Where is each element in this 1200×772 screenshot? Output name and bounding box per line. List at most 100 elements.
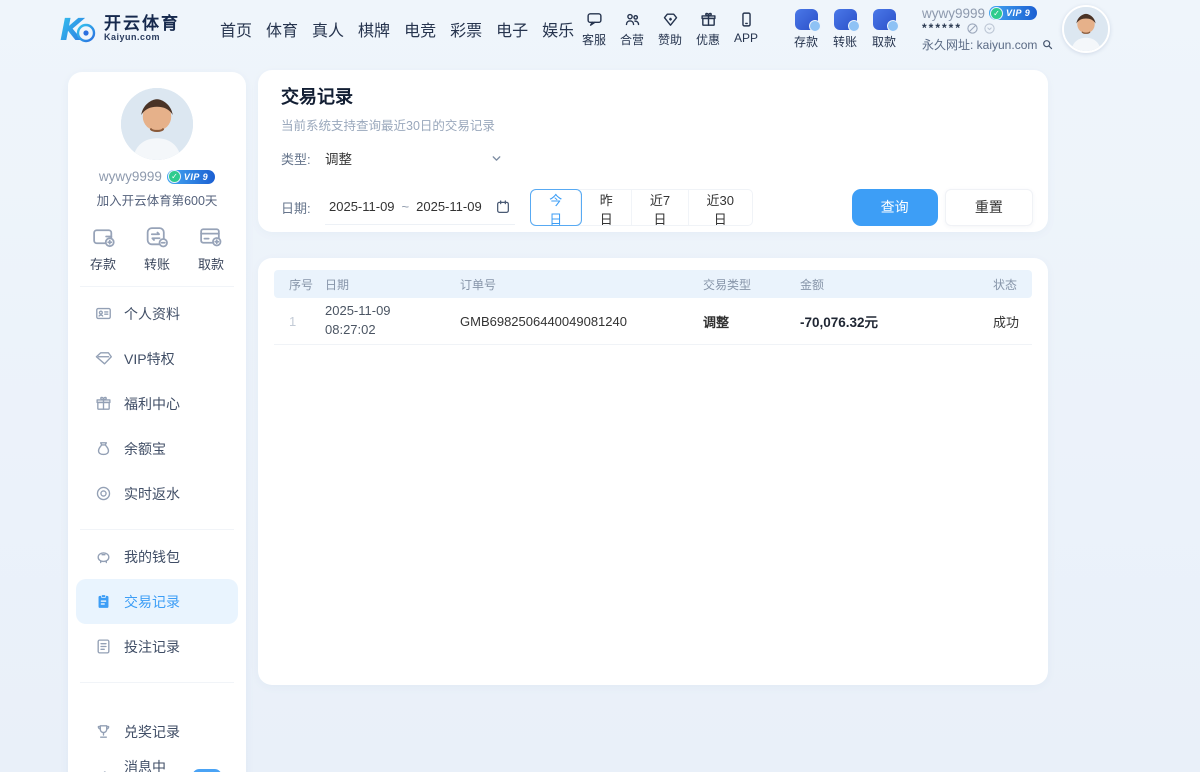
header-type: 交易类型 (703, 276, 800, 293)
search-icon[interactable] (1041, 38, 1054, 51)
profile-username: wywy9999 (99, 169, 162, 184)
nav-item-entertainment[interactable]: 娱乐 (542, 17, 574, 41)
eye-off-icon[interactable] (966, 22, 979, 35)
sidebar-item-prize-records[interactable]: 兑奖记录 (68, 709, 246, 754)
target-icon (95, 485, 112, 502)
clipboard-icon (95, 593, 112, 610)
wallet-icon (91, 224, 116, 249)
sidebar-item-profile[interactable]: 个人资料 (68, 291, 246, 336)
page: K 开云体育 Kaiyun.com 首页 体育 真人 棋牌 电竞 彩票 电子 娱… (0, 0, 1200, 772)
date-separator: ~ (402, 199, 410, 214)
sidebar-deposit-button[interactable]: 存款 (90, 224, 116, 273)
reset-button[interactable]: 重置 (945, 189, 1033, 226)
chevron-down-icon (490, 152, 503, 165)
range-yesterday-button[interactable]: 昨日 (581, 190, 632, 225)
row-datetime: 2025-11-09 08:27:02 (325, 302, 460, 340)
user-info: wywy9999 ✓ VIP 9 ****** 永久网址: kaiyun.com (922, 6, 1054, 53)
nav-item-esports[interactable]: 电竞 (404, 17, 436, 41)
chevron-circle-icon[interactable] (983, 22, 996, 35)
vip-gem-icon (95, 350, 112, 367)
query-button[interactable]: 查询 (852, 189, 938, 226)
top-navbar: K 开云体育 Kaiyun.com 首页 体育 真人 棋牌 电竞 彩票 电子 娱… (0, 0, 1200, 58)
main-nav: 首页 体育 真人 棋牌 电竞 彩票 电子 娱乐 (220, 17, 574, 41)
avatar-image (121, 88, 193, 160)
sidebar-item-vip[interactable]: VIP特权 (68, 336, 246, 381)
wallet-quick-actions: 存款 转账 取款 (788, 9, 902, 50)
page-title: 交易记录 (281, 83, 353, 109)
partnership-button[interactable]: 合营 (614, 11, 650, 48)
type-select-value: 调整 (325, 148, 352, 168)
bank-card-icon (198, 224, 223, 249)
header-status: 状态 (993, 276, 1032, 293)
type-label: 类型: (281, 149, 325, 168)
megaphone-icon (95, 768, 112, 772)
nav-item-home[interactable]: 首页 (220, 17, 252, 41)
avatar-image (1064, 7, 1108, 51)
header-order-no: 订单号 (460, 276, 703, 293)
sidebar-item-rebate[interactable]: 实时返水 (68, 471, 246, 516)
sidebar-item-message-center[interactable]: 消息中心 99+ (68, 754, 246, 772)
sidebar-item-transactions[interactable]: 交易记录 (76, 579, 238, 624)
promotions-button[interactable]: 优惠 (690, 11, 726, 48)
withdraw-button[interactable]: 取款 (866, 9, 902, 50)
calendar-icon (495, 199, 511, 215)
transfer-button[interactable]: 转账 (827, 9, 863, 50)
customer-service-button[interactable]: 客服 (576, 11, 612, 48)
range-7days-button[interactable]: 近7日 (632, 190, 689, 225)
profile-sidebar: wywy9999 ✓ VIP 9 加入开云体育第600天 存款 转账 取款 (68, 72, 246, 772)
row-type: 调整 (703, 312, 800, 331)
sidebar-item-yuebao[interactable]: 余额宝 (68, 426, 246, 471)
type-select[interactable]: 调整 (325, 148, 503, 168)
permanent-url: 永久网址: kaiyun.com (922, 36, 1037, 53)
date-range-input[interactable]: 2025-11-09 ~ 2025-11-09 (325, 189, 515, 225)
sidebar-item-benefits[interactable]: 福利中心 (68, 381, 246, 426)
app-download-button[interactable]: APP (728, 11, 764, 48)
sidebar-item-betting-records[interactable]: 投注记录 (68, 624, 246, 669)
nav-item-live[interactable]: 真人 (312, 17, 344, 41)
sidebar-menu: 个人资料 VIP特权 福利中心 余额宝 实时返水 我的钱包 (68, 291, 246, 772)
deposit-card-icon (795, 9, 818, 30)
divider (80, 682, 234, 683)
filter-card: 交易记录 当前系统支持查询最近30日的交易记录 类型: 调整 日期: 2025-… (258, 70, 1048, 232)
range-30days-button[interactable]: 近30日 (689, 190, 752, 225)
nav-item-slots[interactable]: 电子 (496, 17, 528, 41)
join-days-text: 加入开云体育第600天 (68, 190, 246, 209)
page-subtitle: 当前系统支持查询最近30日的交易记录 (281, 115, 495, 134)
sponsorship-button[interactable]: 赞助 (652, 11, 688, 48)
row-index: 1 (289, 314, 325, 329)
sidebar-withdraw-button[interactable]: 取款 (198, 224, 224, 273)
transactions-table-card: 序号 日期 订单号 交易类型 金额 状态 1 2025-11-09 08:27:… (258, 258, 1048, 685)
brand-name: 开云体育 (104, 15, 180, 34)
vip-badge: ✓ VIP 9 (989, 6, 1037, 20)
piggy-bank-icon (95, 548, 112, 565)
row-order-no: GMB6982506440049081240 (460, 314, 703, 329)
brand-logo[interactable]: K 开云体育 Kaiyun.com (58, 9, 180, 49)
deposit-button[interactable]: 存款 (788, 9, 824, 50)
row-amount: -70,076.32元 (800, 311, 993, 331)
utility-menu: 客服 合营 赞助 优惠 APP (576, 11, 764, 48)
divider (80, 286, 234, 287)
id-card-icon (95, 305, 112, 322)
date-label: 日期: (281, 198, 325, 217)
diamond-icon (662, 11, 679, 28)
profile-avatar[interactable] (121, 88, 193, 160)
money-bag-icon (95, 440, 112, 457)
sidebar-item-wallet[interactable]: 我的钱包 (68, 534, 246, 579)
header-index: 序号 (289, 276, 325, 293)
trophy-icon (95, 723, 112, 740)
vip-check-icon: ✓ (990, 7, 1003, 20)
table-row: 1 2025-11-09 08:27:02 GMB698250644004908… (274, 298, 1032, 345)
user-avatar[interactable] (1062, 5, 1110, 53)
row-status: 成功 (993, 312, 1032, 331)
range-today-button[interactable]: 今日 (531, 190, 582, 225)
nav-item-boardgames[interactable]: 棋牌 (358, 17, 390, 41)
document-icon (95, 638, 112, 655)
masked-balance: ****** (922, 24, 962, 32)
transfer-icon (144, 224, 169, 249)
vip-badge: ✓ VIP 9 (167, 170, 215, 184)
nav-item-sports[interactable]: 体育 (266, 17, 298, 41)
nav-item-lottery[interactable]: 彩票 (450, 17, 482, 41)
brand-domain: Kaiyun.com (104, 33, 180, 43)
sidebar-transfer-button[interactable]: 转账 (144, 224, 170, 273)
vip-check-icon: ✓ (168, 170, 181, 183)
